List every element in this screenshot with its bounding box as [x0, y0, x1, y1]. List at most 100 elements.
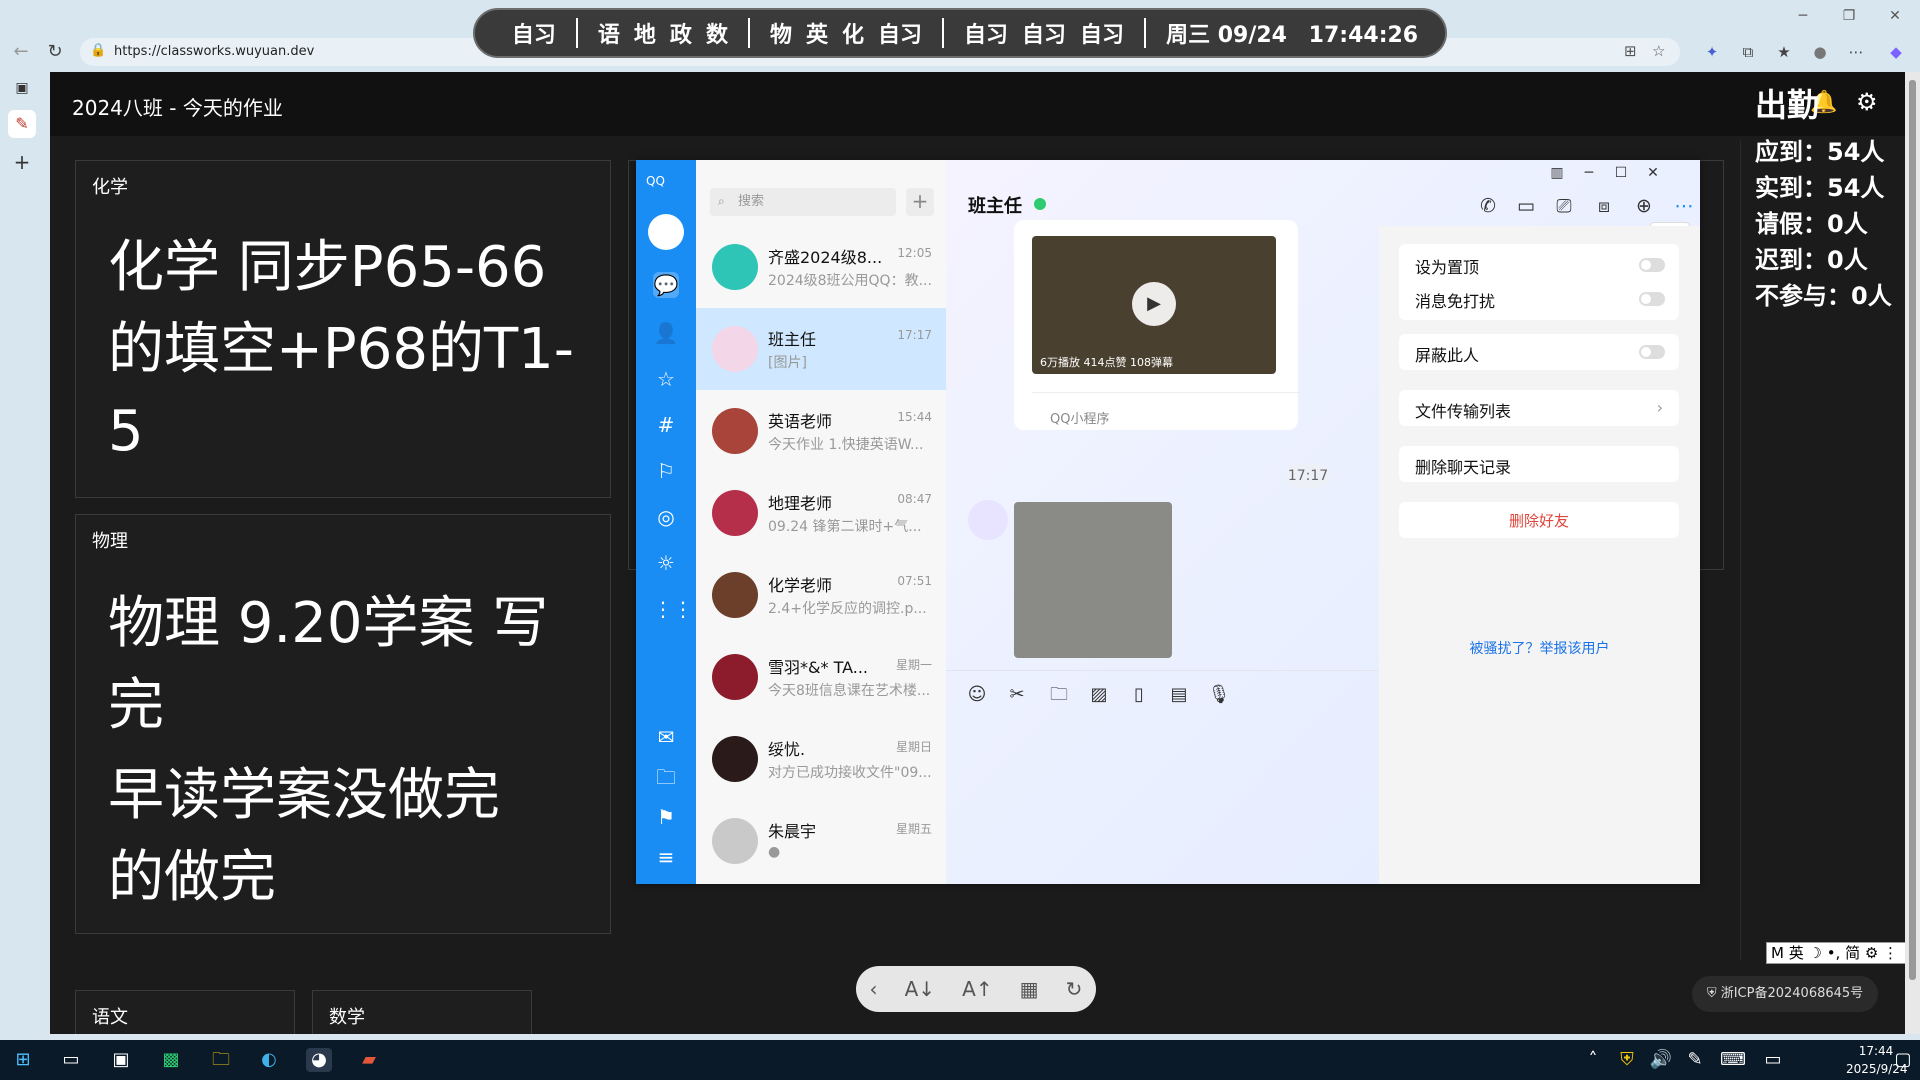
close-icon[interactable]: ✕: [1638, 162, 1668, 184]
avatar[interactable]: [648, 214, 684, 250]
message-icon[interactable]: 💬: [653, 272, 679, 298]
divider: [747, 18, 750, 48]
period-label: 语: [597, 23, 620, 48]
mail-icon[interactable]: ✉: [653, 724, 679, 750]
add-member-icon[interactable]: ⊕: [1630, 192, 1658, 220]
apps-grid-icon[interactable]: ⋮⋮: [653, 596, 693, 622]
notification-icon[interactable]: ▢: [1890, 1048, 1916, 1072]
history-box-icon[interactable]: ▤: [1166, 682, 1192, 708]
favorites-icon[interactable]: ★: [1772, 40, 1796, 64]
chat-list-item[interactable]: 绥忧. 星期日 对方已成功接收文件"09...: [696, 718, 946, 800]
avatar: [712, 818, 758, 864]
video-call-icon[interactable]: ▭: [1512, 192, 1540, 220]
mute-toggle[interactable]: [1639, 292, 1665, 306]
homework-card-chemistry[interactable]: 化学 化学 同步P65-66 的填空+P68的T1- 5: [75, 160, 611, 498]
copilot-icon[interactable]: ◆: [1884, 40, 1908, 64]
microphone-icon[interactable]: 🎙: [1206, 682, 1232, 708]
file-explorer-icon[interactable]: 🗀: [208, 1048, 234, 1072]
more-menu-icon[interactable]: ⋯: [1844, 40, 1868, 64]
file-transfer-row[interactable]: 文件传输列表 ›: [1399, 390, 1679, 426]
remote-assist-icon[interactable]: ⧈: [1590, 192, 1618, 220]
video-thumbnail[interactable]: ▶ 6万播放 414点赞 108弹幕: [1032, 236, 1276, 374]
edge-browser-icon[interactable]: ◐: [256, 1048, 282, 1072]
scrollbar[interactable]: [1905, 72, 1920, 1034]
delete-friend-button[interactable]: 删除好友: [1399, 502, 1679, 538]
task-view-icon[interactable]: ▭: [58, 1048, 84, 1072]
screen-share-icon[interactable]: ⎚: [1550, 192, 1578, 220]
chevron-up-icon[interactable]: ˄: [1580, 1048, 1606, 1072]
tab-actions-icon[interactable]: ▣: [12, 80, 32, 100]
powerpoint-icon[interactable]: ▰: [356, 1048, 382, 1072]
divider: [1740, 140, 1741, 960]
font-decrease-icon[interactable]: A↓: [905, 977, 935, 1001]
pin-toggle[interactable]: [1639, 258, 1665, 272]
chat-list-item[interactable]: 齐盛2024级8... 12:05 2024级8班公用QQ：教...: [696, 226, 946, 308]
folder-icon[interactable]: 🗀: [1046, 682, 1072, 708]
active-tab-favicon-icon[interactable]: ✎: [8, 110, 36, 138]
chat-list-item[interactable]: 化学老师 07:51 2.4+化学反应的调控.p...: [696, 554, 946, 636]
chat-list-item[interactable]: 朱晨宇 星期五 ●: [696, 800, 946, 882]
keyboard-icon[interactable]: ⌨: [1720, 1048, 1746, 1072]
minimize-icon[interactable]: ─: [1574, 162, 1604, 184]
icp-badge[interactable]: ⛨ 浙ICP备2024068645号: [1692, 976, 1878, 1012]
close-icon[interactable]: ✕: [1872, 4, 1918, 28]
maximize-icon[interactable]: ☐: [1606, 162, 1636, 184]
refresh-icon[interactable]: ↻: [1066, 977, 1083, 1001]
search-input[interactable]: 搜索: [710, 188, 896, 216]
chat-list-item[interactable]: 英语老师 15:44 今天作业 1.快捷英语W...: [696, 390, 946, 472]
favorite-star-icon[interactable]: ☆: [1652, 42, 1665, 60]
sun-icon[interactable]: ☼: [653, 550, 679, 576]
app-view-icon[interactable]: ⊞: [1624, 42, 1637, 60]
qq-app-icon[interactable]: ◕: [306, 1048, 332, 1072]
display-icon[interactable]: ▭: [1760, 1048, 1786, 1072]
profile-avatar-icon[interactable]: ●: [1808, 40, 1832, 64]
scissors-icon[interactable]: ✂: [1004, 682, 1030, 708]
minimize-icon[interactable]: ─: [1780, 4, 1826, 28]
extensions-icon[interactable]: ⧉: [1736, 40, 1760, 64]
block-toggle[interactable]: [1639, 345, 1665, 359]
en-app-icon[interactable]: ▩: [158, 1048, 184, 1072]
schedule-group-4: 自习 自习 自习: [954, 17, 1134, 49]
restore-icon[interactable]: ❐: [1826, 4, 1872, 28]
planet-icon[interactable]: ◎: [653, 504, 679, 530]
chat-list-item[interactable]: 雪羽*&* TA... 星期一 今天8班信息课在艺术楼...: [696, 636, 946, 718]
phone-icon[interactable]: ✆: [1474, 192, 1502, 220]
image-message[interactable]: [1014, 502, 1172, 658]
homework-card-math[interactable]: 数学: [312, 990, 532, 1034]
clear-history-button[interactable]: 删除聊天记录: [1399, 446, 1679, 482]
menu-icon[interactable]: ≡: [653, 844, 679, 870]
reload-icon[interactable]: ↻: [42, 40, 68, 64]
sidebar-toggle-icon[interactable]: ▥: [1542, 162, 1572, 184]
bookmark-icon[interactable]: ⚑: [653, 804, 679, 830]
chat-list-item[interactable]: 地理老师 08:47 09.24 锋第二课时+气...: [696, 472, 946, 554]
map-icon[interactable]: ⚐: [653, 458, 679, 484]
more-icon[interactable]: ⋯: [1670, 192, 1698, 220]
font-increase-icon[interactable]: A↑: [962, 977, 992, 1001]
play-icon[interactable]: ▶: [1132, 282, 1176, 326]
homework-card-chinese[interactable]: 语文: [75, 990, 295, 1034]
add-button[interactable]: +: [906, 188, 934, 216]
back-icon[interactable]: ←: [8, 40, 34, 64]
vibrate-icon[interactable]: ▯: [1126, 682, 1152, 708]
chat-list-item[interactable]: 班主任 17:17 [图片]: [696, 308, 946, 390]
pen-icon[interactable]: ✎: [1682, 1048, 1708, 1072]
classisland-app-icon[interactable]: ▣: [108, 1048, 134, 1072]
emoji-icon[interactable]: ☺: [964, 682, 990, 708]
scrollbar-thumb[interactable]: [1909, 80, 1916, 980]
folder-icon[interactable]: 🗀: [653, 764, 679, 790]
contacts-icon[interactable]: 👤: [653, 320, 679, 346]
avatar[interactable]: [968, 500, 1008, 540]
volume-icon[interactable]: 🔊: [1648, 1048, 1674, 1072]
new-tab-icon[interactable]: +: [12, 152, 32, 172]
report-link[interactable]: 被骚扰了？举报该用户: [1379, 638, 1700, 658]
calendar-icon[interactable]: ▦: [1020, 977, 1039, 1001]
homework-card-physics[interactable]: 物理 物理 9.20学案 写 完 早读学案没做完 的做完: [75, 514, 611, 934]
star-icon[interactable]: ☆: [653, 366, 679, 392]
copilot-extension-icon[interactable]: ✦: [1700, 40, 1724, 64]
chevron-left-icon[interactable]: ‹: [870, 977, 878, 1001]
security-icon[interactable]: ⛨: [1614, 1048, 1640, 1072]
channel-hash-icon[interactable]: #: [653, 412, 679, 438]
ime-toolbar[interactable]: M 英 ☽ •, 简 ⚙ ⋮: [1766, 942, 1920, 964]
image-icon[interactable]: ▨: [1086, 682, 1112, 708]
windows-start-icon[interactable]: ⊞: [10, 1048, 36, 1072]
